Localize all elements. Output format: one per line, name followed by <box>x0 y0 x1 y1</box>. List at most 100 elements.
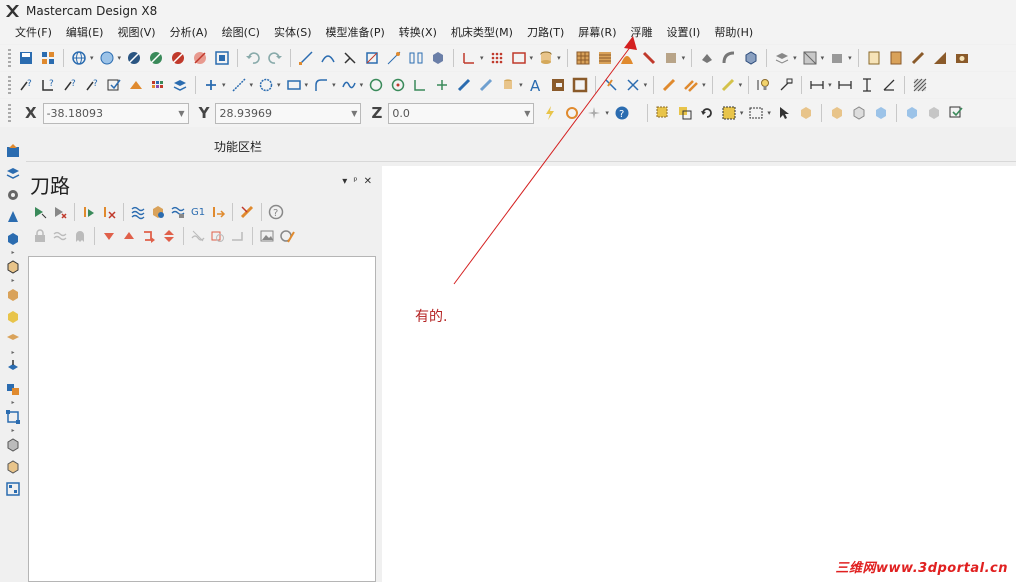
deselect-icon[interactable] <box>52 204 68 220</box>
menu-item-10[interactable]: 屏幕(R) <box>571 22 623 44</box>
pencils-icon[interactable] <box>683 77 699 93</box>
menu-item-0[interactable]: 文件(F) <box>8 22 59 44</box>
chevron-down-icon[interactable]: ▸ <box>11 350 14 356</box>
sweep-icon[interactable] <box>641 50 657 66</box>
solid-select-icon[interactable] <box>798 105 814 121</box>
curve-tool-icon[interactable] <box>320 50 336 66</box>
menu-item-4[interactable]: 绘图(C) <box>215 22 267 44</box>
insert-arrow-icon[interactable] <box>141 228 157 244</box>
edge-icon[interactable] <box>851 105 867 121</box>
x-coordinate-input[interactable]: -38.18093 ▼ <box>42 102 189 124</box>
feature-icon[interactable] <box>926 105 942 121</box>
multi-body-icon[interactable] <box>904 105 920 121</box>
shade-green-icon[interactable] <box>148 50 164 66</box>
extrude-icon[interactable] <box>4 286 22 304</box>
chevron-down-icon[interactable]: ▸ <box>11 428 14 434</box>
simulate-icon[interactable] <box>170 204 186 220</box>
rectangle-icon[interactable] <box>286 77 302 93</box>
menu-item-5[interactable]: 实体(S) <box>267 22 319 44</box>
move-down-icon[interactable] <box>101 228 117 244</box>
toolbar-grip[interactable] <box>8 49 11 67</box>
split-icon[interactable] <box>4 380 22 398</box>
cursor-icon[interactable] <box>776 105 792 121</box>
backplot-icon[interactable] <box>130 204 146 220</box>
color-grid-icon[interactable] <box>150 77 166 93</box>
block-icon[interactable] <box>4 230 22 248</box>
analyze-dist-icon[interactable]: ? <box>62 77 78 93</box>
lightbulb-icon[interactable] <box>756 77 772 93</box>
y-coordinate-input[interactable]: 28.93969 ▼ <box>215 102 362 124</box>
fit-icon[interactable] <box>214 50 230 66</box>
pattern-icon[interactable] <box>802 50 818 66</box>
layout-icon[interactable] <box>4 480 22 498</box>
mirror-icon[interactable] <box>408 50 424 66</box>
toolbar-grip[interactable] <box>8 104 11 122</box>
draft-icon[interactable] <box>4 258 22 276</box>
expand-collapse-icon[interactable] <box>161 228 177 244</box>
pencil-icon[interactable] <box>661 77 677 93</box>
menu-item-6[interactable]: 模型准备(P) <box>319 22 392 44</box>
sphere-icon[interactable] <box>99 50 115 66</box>
cube-icon[interactable] <box>743 50 759 66</box>
break-icon[interactable] <box>603 77 619 93</box>
hatch-icon[interactable] <box>912 77 928 93</box>
move-insert-icon[interactable] <box>210 204 226 220</box>
revolve-icon[interactable] <box>663 50 679 66</box>
ghost-icon[interactable] <box>72 228 88 244</box>
cylinder-tool-icon[interactable] <box>500 77 516 93</box>
tool-gear-icon[interactable] <box>4 186 22 204</box>
dashed-select-icon[interactable] <box>721 105 737 121</box>
lock-icon[interactable] <box>32 228 48 244</box>
trim-divide-icon[interactable] <box>412 77 428 93</box>
undo-icon[interactable] <box>245 50 261 66</box>
chevron-down-icon[interactable]: ▸ <box>11 278 14 284</box>
stock-icon[interactable] <box>829 50 845 66</box>
drag-icon[interactable] <box>456 77 472 93</box>
frame-icon[interactable] <box>572 77 588 93</box>
snap-star-icon[interactable] <box>586 105 602 121</box>
menu-item-12[interactable]: 设置(I) <box>660 22 708 44</box>
display-options-icon[interactable] <box>279 228 295 244</box>
line-tool-icon[interactable] <box>298 50 314 66</box>
menu-item-9[interactable]: 刀路(T) <box>520 22 571 44</box>
fillet-icon[interactable] <box>721 50 737 66</box>
ruler-icon[interactable] <box>720 77 736 93</box>
dim-vertical-icon[interactable] <box>859 77 875 93</box>
solid-view-icon[interactable] <box>430 50 446 66</box>
point-tool-icon[interactable] <box>386 50 402 66</box>
line-icon[interactable] <box>231 77 247 93</box>
leader-icon[interactable] <box>778 77 794 93</box>
close-icon[interactable]: ✕ <box>364 176 372 187</box>
offset-icon[interactable] <box>434 77 450 93</box>
chevron-down-icon[interactable]: ▼ <box>351 109 357 118</box>
level-manager-icon[interactable] <box>4 164 22 182</box>
verify-selected-icon[interactable] <box>150 204 166 220</box>
pin-icon[interactable]: ᵖ <box>353 176 357 187</box>
face-icon[interactable] <box>829 105 845 121</box>
solid-impression-icon[interactable] <box>4 458 22 476</box>
dim-horizontal-icon[interactable] <box>809 77 825 93</box>
push-pull-icon[interactable] <box>4 358 22 376</box>
cylinder-icon[interactable] <box>538 50 554 66</box>
camera-icon[interactable] <box>954 50 970 66</box>
stack-icon[interactable] <box>172 77 188 93</box>
dots-grid-icon[interactable] <box>489 50 505 66</box>
select-box-icon[interactable] <box>655 105 671 121</box>
cross-icon[interactable] <box>625 77 641 93</box>
high-speed-icon[interactable] <box>239 204 255 220</box>
stock-model-icon[interactable] <box>210 228 226 244</box>
toolpath-tree[interactable] <box>28 256 376 582</box>
menu-item-11[interactable]: 浮雕 <box>624 22 660 44</box>
text-icon[interactable]: A <box>528 77 544 93</box>
snap-settings-icon[interactable] <box>564 105 580 121</box>
doc-stack-icon[interactable] <box>888 50 904 66</box>
menu-item-2[interactable]: 视图(V) <box>110 22 162 44</box>
redo-icon[interactable] <box>267 50 283 66</box>
circle-center-icon[interactable] <box>390 77 406 93</box>
post-g1-label[interactable]: G1 <box>191 207 205 218</box>
chevron-down-icon[interactable]: ▼ <box>524 109 530 118</box>
toggle-display-icon[interactable] <box>52 228 68 244</box>
graphics-viewport[interactable] <box>382 166 1016 582</box>
shade-icon[interactable] <box>126 50 142 66</box>
analyze-chain-icon[interactable]: ? <box>84 77 100 93</box>
